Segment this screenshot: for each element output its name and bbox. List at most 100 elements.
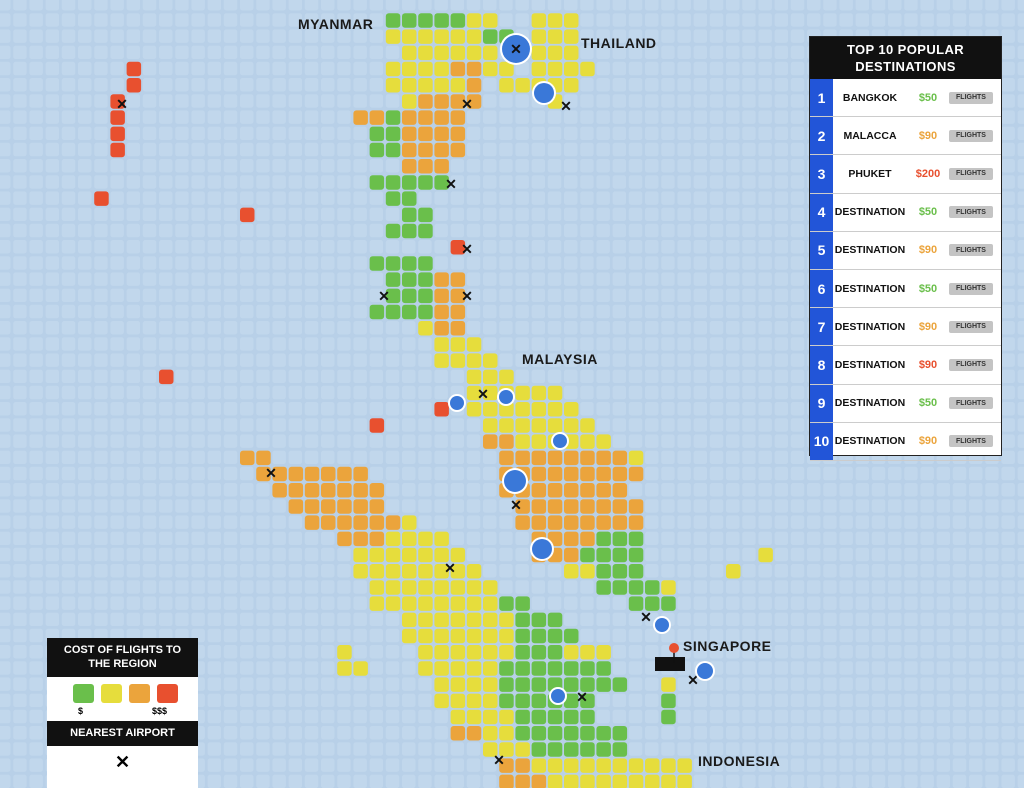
land-tile <box>483 353 498 368</box>
land-tile <box>434 580 449 595</box>
land-tile <box>434 94 449 109</box>
land-tile <box>499 774 514 788</box>
flights-button[interactable]: FLIGHTS <box>949 282 993 295</box>
land-tile <box>402 159 417 174</box>
land-tile <box>547 758 563 773</box>
destination-pin-icon[interactable] <box>653 616 671 634</box>
land-tile <box>580 726 595 741</box>
land-tile <box>434 693 449 709</box>
land-tile <box>434 45 449 61</box>
destination-pin-icon[interactable] <box>497 388 515 406</box>
land-tile <box>596 515 611 530</box>
land-tile <box>515 385 530 401</box>
land-tile <box>402 547 417 563</box>
land-tile <box>499 709 514 725</box>
destination-pin-icon[interactable] <box>695 661 715 681</box>
land-tile <box>369 256 385 271</box>
land-tile <box>499 78 514 93</box>
flights-button[interactable]: FLIGHTS <box>949 167 993 180</box>
land-tile <box>547 13 563 28</box>
land-tile <box>499 645 514 660</box>
land-tile <box>94 191 109 206</box>
flights-button[interactable]: FLIGHTS <box>949 358 993 371</box>
land-tile <box>596 726 611 741</box>
destination-pin-icon[interactable]: ✕ <box>500 33 532 65</box>
land-tile <box>402 110 417 125</box>
flights-button[interactable]: FLIGHTS <box>949 129 993 142</box>
land-tile <box>418 628 433 644</box>
land-tile <box>531 499 547 514</box>
airport-x-icon: ✕ <box>444 560 456 576</box>
land-tile <box>645 580 660 595</box>
land-tile <box>418 126 433 142</box>
label-myanmar: MYANMAR <box>298 16 374 32</box>
land-tile <box>531 661 547 676</box>
land-tile <box>450 78 466 93</box>
land-tile <box>531 677 547 692</box>
land-tile <box>288 499 304 514</box>
land-tile <box>483 645 498 660</box>
flights-button[interactable]: FLIGHTS <box>949 91 993 104</box>
land-tile <box>402 29 417 44</box>
destination-row: 10 DESTINATION $90 FLIGHTS <box>810 422 1001 461</box>
land-tile <box>272 483 287 498</box>
land-tile <box>580 774 595 788</box>
land-tile <box>628 564 644 579</box>
land-tile <box>450 142 466 158</box>
airport-x-icon: ✕ <box>576 689 588 705</box>
flights-button[interactable]: FLIGHTS <box>949 320 993 333</box>
land-tile <box>580 450 595 466</box>
flights-button[interactable]: FLIGHTS <box>949 435 993 448</box>
flights-button[interactable]: FLIGHTS <box>949 397 993 410</box>
airport-x-icon: ✕ <box>640 609 652 625</box>
land-tile <box>304 515 320 530</box>
land-tile <box>531 402 547 417</box>
land-tile <box>418 272 433 287</box>
land-tile <box>483 580 498 595</box>
land-tile <box>661 774 676 788</box>
destination-row: 8 DESTINATION $90 FLIGHTS <box>810 346 1001 385</box>
land-tile <box>515 709 530 725</box>
land-tile <box>547 450 563 466</box>
label-thailand: THAILAND <box>581 35 657 51</box>
legend-scale: $ $$$ <box>47 703 198 721</box>
flights-button[interactable]: FLIGHTS <box>949 244 993 257</box>
destination-pin-icon[interactable] <box>448 394 466 412</box>
land-tile <box>321 515 336 530</box>
land-tile <box>466 61 482 77</box>
destination-pin-icon[interactable] <box>502 468 528 494</box>
land-tile <box>499 628 514 644</box>
flights-button[interactable]: FLIGHTS <box>949 206 993 219</box>
land-tile <box>515 645 530 660</box>
destination-row: 2 MALACCA $90 FLIGHTS <box>810 117 1001 156</box>
land-tile <box>483 709 498 725</box>
land-tile <box>580 61 595 77</box>
land-tile <box>515 628 530 644</box>
land-tile <box>547 709 563 725</box>
destination-name: DESTINATION <box>834 206 906 219</box>
land-tile <box>547 628 563 644</box>
legend-low-label: $ <box>78 706 84 716</box>
destination-pin-icon[interactable] <box>532 81 556 105</box>
land-tile <box>353 466 368 482</box>
destination-pin-icon[interactable] <box>530 537 554 561</box>
land-tile <box>547 612 563 628</box>
land-tile <box>126 78 142 93</box>
label-malaysia: MALAYSIA <box>522 351 598 367</box>
land-tile <box>515 612 530 628</box>
land-tile <box>612 466 628 482</box>
land-tile <box>531 483 547 498</box>
land-tile <box>564 531 579 547</box>
land-tile <box>240 207 255 223</box>
land-tile <box>353 483 368 498</box>
land-tile <box>531 726 547 741</box>
land-tile <box>596 645 611 660</box>
land-tile <box>564 661 579 676</box>
singapore-pin-icon[interactable] <box>669 643 679 653</box>
land-tile <box>434 612 449 628</box>
land-tile <box>547 483 563 498</box>
destination-pin-icon[interactable] <box>551 432 569 450</box>
land-tile <box>612 483 628 498</box>
land-tile <box>547 385 563 401</box>
destination-pin-icon[interactable] <box>549 687 567 705</box>
